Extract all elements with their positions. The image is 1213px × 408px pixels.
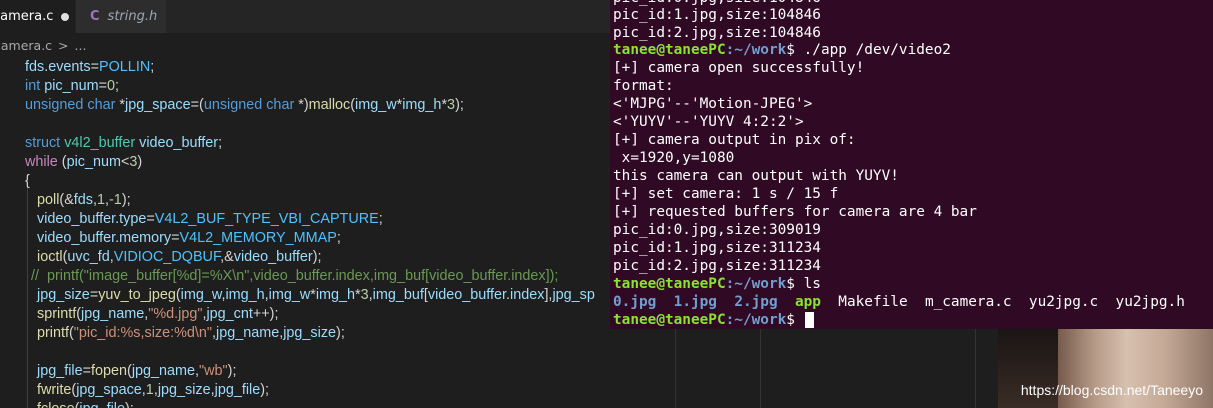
code-area[interactable]: fds.events=POLLIN; int pic_num=0; unsign… — [0, 58, 610, 408]
terminal-command: ./app /dev/video2 — [794, 42, 951, 58]
c-language-icon: C — [90, 9, 100, 24]
terminal-line: x=1920,y=1080 — [613, 150, 735, 166]
prompt-symbol: $ — [786, 312, 795, 328]
ls-entry: yu2jpg.h — [1115, 294, 1185, 310]
indent-guide — [27, 176, 28, 408]
code-line: while (pic_num<3) — [25, 154, 143, 170]
breadcrumb: camera.c > ... — [0, 34, 86, 56]
terminal-line: <'YUYV'--'YUYV 4:2:2'> — [613, 114, 804, 130]
code-line: jpg_size=yuv_to_jpeg(img_w,img_h,img_w*i… — [37, 287, 595, 303]
terminal-prompt-line: tanee@taneePC:~/work$ — [613, 311, 814, 329]
code-line: sprintf(jpg_name,"%d.jpg",jpg_cnt++); — [37, 306, 279, 322]
prompt-user: tanee@taneePC — [613, 42, 726, 58]
prompt-symbol: $ — [786, 276, 795, 292]
breadcrumb-file[interactable]: camera.c — [0, 38, 52, 53]
prompt-user: tanee@taneePC — [613, 312, 726, 328]
code-line: // printf("image_buffer[%d]=%X\n",video_… — [31, 268, 559, 284]
tab-camera-c[interactable]: camera.c — [0, 0, 75, 33]
code-line: poll(&fds,1,-1); — [37, 192, 131, 208]
background-panel — [610, 329, 998, 408]
terminal-line: pic_id:2.jpg,size:311234 — [613, 258, 821, 274]
ls-entry: 0.jpg — [613, 294, 657, 310]
terminal-line: [+] set camera: 1 s / 15 f — [613, 186, 839, 202]
terminal-prompt-line: tanee@taneePC:~/work$ ls — [613, 275, 821, 293]
terminal-line: pic_id:2.jpg,size:104846 — [613, 25, 821, 41]
ls-entry: 2.jpg — [734, 294, 778, 310]
terminal-line: <'MJPG'--'Motion-JPEG'> — [613, 96, 813, 112]
terminal-line: [+] requested buffers for camera are 4 b… — [613, 204, 977, 220]
divider — [760, 329, 761, 408]
ls-entry: Makefile — [838, 294, 908, 310]
prompt-symbol: $ — [786, 42, 795, 58]
terminal-line: pic_id:1.jpg,size:104846 — [613, 7, 821, 23]
code-line: video_buffer.memory=V4L2_MEMORY_MMAP; — [37, 230, 341, 246]
ls-entry: app — [794, 294, 821, 310]
code-line: struct v4l2_buffer video_buffer; — [25, 135, 223, 151]
terminal-window[interactable]: pic_id:0.jpg,size:104846 pic_id:1.jpg,si… — [610, 0, 1213, 329]
breadcrumb-more[interactable]: ... — [75, 38, 87, 53]
terminal-command: ls — [794, 276, 821, 292]
code-editor: camera.c C string.h camera.c > ... fds.e… — [0, 0, 610, 408]
divider — [975, 329, 976, 408]
ls-output-line: 0.jpg 1.jpg 2.jpg app Makefile m_camera.… — [613, 293, 1185, 311]
code-line: ioctl(uvc_fd,VIDIOC_DQBUF,&video_buffer)… — [37, 249, 322, 265]
unsaved-dot-icon[interactable] — [61, 12, 70, 21]
ls-entry: yu2jpg.c — [1028, 294, 1099, 310]
prompt-path: :~/work — [725, 42, 787, 58]
watermark: https://blog.csdn.net/Taneeyo — [1020, 382, 1203, 398]
terminal-cursor — [804, 312, 814, 328]
ls-entry: 1.jpg — [673, 294, 717, 310]
code-line: fclose(jpg_file); — [37, 400, 134, 408]
tab-string-h[interactable]: C string.h — [76, 0, 166, 33]
code-line: fwrite(jpg_space,1,jpg_size,jpg_file); — [37, 382, 270, 398]
divider — [675, 329, 676, 408]
code-line: unsigned char *jpg_space=(unsigned char … — [25, 97, 464, 113]
prompt-path: :~/work — [725, 312, 787, 328]
terminal-line: [+] camera open successfully! — [613, 60, 865, 76]
code-line: fds.events=POLLIN; — [25, 59, 155, 75]
code-line: int pic_num=0; — [25, 78, 120, 94]
terminal-line: this camera can output with YUYV! — [613, 168, 899, 184]
tab-label: camera.c — [0, 9, 54, 24]
terminal-prompt-line: tanee@taneePC:~/work$ ./app /dev/video2 — [613, 41, 951, 59]
prompt-user: tanee@taneePC — [613, 276, 726, 292]
editor-tab-bar: camera.c C string.h — [0, 0, 610, 33]
code-line: { — [25, 173, 30, 189]
terminal-line: pic_id:1.jpg,size:311234 — [613, 240, 821, 256]
terminal-line: format: — [613, 78, 674, 94]
terminal-line: [+] camera output in pix of: — [613, 132, 856, 148]
chevron-right-icon: > — [58, 37, 69, 53]
ls-entry: m_camera.c — [924, 294, 1012, 310]
prompt-path: :~/work — [725, 276, 787, 292]
code-line: video_buffer.type=V4L2_BUF_TYPE_VBI_CAPT… — [37, 211, 383, 227]
tab-label: string.h — [107, 9, 158, 24]
terminal-line: pic_id:0.jpg,size:309019 — [613, 222, 821, 238]
code-line: printf("pic_id:%s,size:%d\n",jpg_name,jp… — [37, 325, 345, 341]
code-line: jpg_file=fopen(jpg_name,"wb"); — [37, 363, 237, 379]
